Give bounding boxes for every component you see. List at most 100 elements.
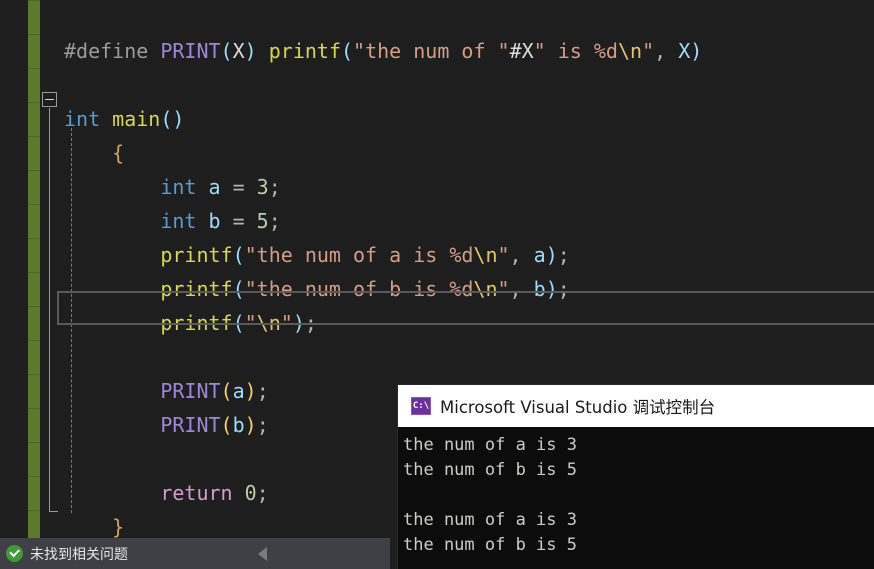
debug-console-window[interactable]: C:\ Microsoft Visual Studio 调试控制台 the nu… bbox=[398, 385, 874, 569]
code-token: , bbox=[509, 243, 534, 267]
code-token: X bbox=[232, 39, 245, 63]
code-token: "the num of b is %d bbox=[244, 277, 474, 301]
code-token: int bbox=[64, 107, 101, 131]
code-token: , bbox=[509, 277, 534, 301]
code-token: ; bbox=[268, 175, 281, 199]
code-token: ( bbox=[232, 277, 245, 301]
code-token: = bbox=[220, 175, 257, 199]
code-token: 3 bbox=[256, 175, 269, 199]
code-line[interactable]: int b = 5; bbox=[64, 204, 874, 238]
code-token: ; bbox=[256, 481, 269, 505]
code-line[interactable] bbox=[64, 0, 874, 34]
console-output-line: the num of a is 3 bbox=[403, 510, 577, 530]
track-changes-tick bbox=[28, 102, 40, 103]
code-token: ; bbox=[557, 277, 570, 301]
track-changes-tick bbox=[28, 170, 40, 171]
code-token: ) bbox=[545, 277, 558, 301]
code-token: b bbox=[232, 413, 245, 437]
track-changes-tick bbox=[28, 238, 40, 239]
code-token: X bbox=[678, 39, 691, 63]
code-line[interactable]: #define PRINT(X) printf("the num of "#X"… bbox=[64, 34, 874, 68]
code-token: " bbox=[497, 277, 510, 301]
status-message: 未找到相关问题 bbox=[30, 546, 128, 563]
code-token: main bbox=[112, 107, 161, 131]
code-token: ; bbox=[304, 311, 317, 335]
code-token: { bbox=[112, 141, 125, 165]
code-token: return bbox=[160, 481, 233, 505]
track-changes-tick bbox=[28, 340, 40, 341]
triangle-left-icon[interactable] bbox=[258, 547, 267, 561]
code-token: ( bbox=[160, 107, 173, 131]
code-line[interactable]: printf("the num of a is %d\n", a); bbox=[64, 238, 874, 272]
code-token: printf bbox=[160, 243, 233, 267]
code-token: ( bbox=[220, 413, 233, 437]
code-token: ; bbox=[557, 243, 570, 267]
code-token: 5 bbox=[256, 209, 269, 233]
track-changes-tick bbox=[28, 34, 40, 35]
code-token: ) bbox=[172, 107, 185, 131]
track-changes-tick bbox=[28, 0, 40, 1]
status-bar-filler bbox=[390, 538, 398, 569]
console-output: the num of a is 3 the num of b is 5 the n… bbox=[398, 427, 874, 569]
code-token: ) bbox=[244, 379, 257, 403]
code-token: printf bbox=[160, 311, 233, 335]
console-output-line: the num of b is 5 bbox=[403, 460, 577, 480]
breakpoint-margin[interactable] bbox=[0, 0, 28, 538]
code-token: "the num of a is %d bbox=[244, 243, 474, 267]
console-title: Microsoft Visual Studio 调试控制台 bbox=[440, 398, 716, 417]
code-line[interactable] bbox=[64, 68, 874, 102]
track-changes-bar bbox=[28, 0, 40, 538]
code-token: a bbox=[208, 175, 221, 199]
code-token: \n bbox=[617, 39, 643, 63]
status-bar: 未找到相关问题 bbox=[0, 538, 390, 569]
code-token: "the num of " bbox=[353, 39, 510, 63]
code-line[interactable] bbox=[64, 340, 874, 374]
outline-region-foot bbox=[49, 511, 58, 512]
code-token: , bbox=[654, 39, 679, 63]
code-token: " bbox=[280, 311, 293, 335]
code-token: } bbox=[112, 515, 125, 538]
code-token: PRINT bbox=[160, 413, 221, 437]
code-token: = bbox=[220, 209, 257, 233]
console-output-line: the num of a is 3 bbox=[403, 435, 577, 455]
code-token: a bbox=[232, 379, 245, 403]
code-token: int bbox=[160, 175, 197, 199]
code-token: ) bbox=[545, 243, 558, 267]
code-token: ( bbox=[232, 311, 245, 335]
code-token: ; bbox=[256, 413, 269, 437]
code-token: 0 bbox=[244, 481, 257, 505]
console-cmd-icon: C:\ bbox=[411, 397, 431, 415]
code-line-current[interactable]: printf("the num of b is %d\n", b); bbox=[64, 272, 874, 306]
track-changes-tick bbox=[28, 204, 40, 205]
code-token: b bbox=[208, 209, 221, 233]
code-token: \n bbox=[256, 311, 281, 335]
code-line[interactable]: { bbox=[64, 136, 874, 170]
code-token: ) bbox=[690, 39, 703, 63]
track-changes-tick bbox=[28, 374, 40, 375]
outlining-margin[interactable] bbox=[40, 0, 64, 538]
code-token: ( bbox=[340, 39, 354, 63]
code-line[interactable]: printf("\n"); bbox=[64, 306, 874, 340]
code-line[interactable]: int main() bbox=[64, 102, 874, 136]
code-token: \n bbox=[473, 277, 498, 301]
code-token: a bbox=[533, 243, 546, 267]
check-circle-icon bbox=[6, 545, 23, 562]
code-token: printf bbox=[160, 277, 233, 301]
console-title-bar[interactable]: C:\ Microsoft Visual Studio 调试控制台 bbox=[398, 385, 874, 427]
collapse-region-icon[interactable] bbox=[42, 92, 57, 107]
code-token: b bbox=[533, 277, 546, 301]
outline-region-line bbox=[49, 108, 50, 512]
code-line[interactable]: int a = 3; bbox=[64, 170, 874, 204]
